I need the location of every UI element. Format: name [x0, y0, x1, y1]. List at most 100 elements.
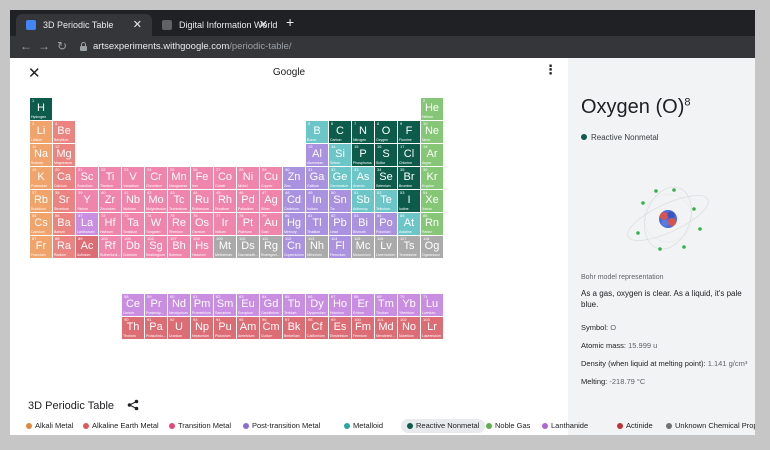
reload-icon[interactable]: ↻ [57, 39, 67, 53]
element-tile-sn[interactable]: 50 Sn Tin [329, 190, 351, 212]
element-tile-ac[interactable]: 89 Ac Actinium [76, 236, 98, 258]
tab-digital-information-world[interactable]: Digital Information World ✕ [152, 14, 278, 36]
legend-reactive[interactable]: Reactive Nonmetal [401, 419, 486, 433]
element-tile-os[interactable]: 76 Os Osmium [191, 213, 213, 235]
element-tile-ba[interactable]: 56 Ba Barium [53, 213, 75, 235]
element-tile-ts[interactable]: 117 Ts Tennessine [398, 236, 420, 258]
element-tile-nd[interactable]: 60 Nd Neodymium [168, 294, 190, 316]
element-tile-pm[interactable]: 61 Pm Promethium [191, 294, 213, 316]
element-tile-co[interactable]: 27 Co Cobalt [214, 167, 236, 189]
element-tile-dy[interactable]: 66 Dy Dysprosium [306, 294, 328, 316]
element-tile-au[interactable]: 79 Au Gold [260, 213, 282, 235]
element-tile-pr[interactable]: 59 Pr Praseody... [145, 294, 167, 316]
element-tile-fe[interactable]: 26 Fe Iron [191, 167, 213, 189]
element-tile-np[interactable]: 93 Np Neptunium [191, 317, 213, 339]
element-tile-cn[interactable]: 112 Cn Copernicium [283, 236, 305, 258]
element-tile-la[interactable]: 57 La Lanthanum [76, 213, 98, 235]
lock-icon[interactable] [80, 42, 87, 51]
element-tile-p[interactable]: 15 P Phosphorus [352, 144, 374, 166]
element-tile-rh[interactable]: 45 Rh Rhodium [214, 190, 236, 212]
element-tile-th[interactable]: 90 Th Thorium [122, 317, 144, 339]
element-tile-xe[interactable]: 54 Xe Xenon [421, 190, 443, 212]
element-tile-f[interactable]: 9 F Fluorine [398, 121, 420, 143]
element-tile-cu[interactable]: 29 Cu Copper [260, 167, 282, 189]
element-tile-cr[interactable]: 24 Cr Chromium [145, 167, 167, 189]
element-tile-bk[interactable]: 97 Bk Berkelium [283, 317, 305, 339]
element-tile-rb[interactable]: 37 Rb Rubidium [30, 190, 52, 212]
element-tile-ca[interactable]: 20 Ca Calcium [53, 167, 75, 189]
element-tile-w[interactable]: 74 W Tungsten [145, 213, 167, 235]
element-tile-db[interactable]: 105 Db Dubnium [122, 236, 144, 258]
element-tile-pd[interactable]: 46 Pd Palladium [237, 190, 259, 212]
element-tile-tm[interactable]: 69 Tm Thulium [375, 294, 397, 316]
legend-alkaline[interactable]: Alkaline Earth Metal [83, 419, 159, 433]
element-tile-ho[interactable]: 67 Ho Holmium [329, 294, 351, 316]
element-tile-na[interactable]: 11 Na Sodium [30, 144, 52, 166]
element-tile-o[interactable]: 8 O Oxygen [375, 121, 397, 143]
element-tile-kr[interactable]: 36 Kr Krypton [421, 167, 443, 189]
element-tile-li[interactable]: 3 Li Lithium [30, 121, 52, 143]
legend-noble[interactable]: Noble Gas [486, 419, 530, 433]
element-tile-yb[interactable]: 70 Yb Ytterbium [398, 294, 420, 316]
element-tile-ra[interactable]: 88 Ra Radium [53, 236, 75, 258]
element-tile-be[interactable]: 4 Be Beryllium [53, 121, 75, 143]
legend-actinide[interactable]: Actinide [617, 419, 653, 433]
element-tile-ta[interactable]: 73 Ta Tantalum [122, 213, 144, 235]
legend-alkali[interactable]: Alkali Metal [26, 419, 73, 433]
element-tile-mo[interactable]: 42 Mo Molybdenum [145, 190, 167, 212]
element-tile-se[interactable]: 34 Se Selenium [375, 167, 397, 189]
new-tab-button[interactable]: + [286, 14, 294, 30]
element-tile-tl[interactable]: 81 Tl Thallium [306, 213, 328, 235]
element-tile-v[interactable]: 23 V Vanadium [122, 167, 144, 189]
element-tile-md[interactable]: 101 Md Mendelevi... [375, 317, 397, 339]
element-tile-ar[interactable]: 18 Ar Argon [421, 144, 443, 166]
element-tile-ru[interactable]: 44 Ru Ruthenium [191, 190, 213, 212]
element-tile-rg[interactable]: 111 Rg Roentgeni... [260, 236, 282, 258]
element-tile-rn[interactable]: 86 Rn Radon [421, 213, 443, 235]
element-tile-k[interactable]: 19 K Potassium [30, 167, 52, 189]
element-tile-pb[interactable]: 82 Pb Lead [329, 213, 351, 235]
legend-metalloid[interactable]: Metalloid [344, 419, 383, 433]
element-tile-bi[interactable]: 83 Bi Bismuth [352, 213, 374, 235]
element-tile-bh[interactable]: 107 Bh Bohrium [168, 236, 190, 258]
element-tile-at[interactable]: 85 At Astatine [398, 213, 420, 235]
element-tile-in[interactable]: 49 In Indium [306, 190, 328, 212]
element-tile-cd[interactable]: 48 Cd Cadmium [283, 190, 305, 212]
element-tile-n[interactable]: 7 N Nitrogen [352, 121, 374, 143]
element-tile-i[interactable]: 53 I Iodine [398, 190, 420, 212]
close-tab-icon[interactable]: ✕ [259, 18, 268, 31]
share-icon[interactable] [127, 399, 139, 411]
element-tile-cl[interactable]: 17 Cl Chlorine [398, 144, 420, 166]
element-tile-ga[interactable]: 31 Ga Gallium [306, 167, 328, 189]
element-tile-cs[interactable]: 55 Cs Caesium [30, 213, 52, 235]
element-tile-h[interactable]: 1 H Hydrogen [30, 98, 52, 120]
element-tile-sc[interactable]: 21 Sc Scandium [76, 167, 98, 189]
element-tile-ti[interactable]: 22 Ti Titanium [99, 167, 121, 189]
url-input[interactable]: artsexperiments.withgoogle.com/periodic-… [93, 41, 292, 52]
element-tile-pt[interactable]: 78 Pt Platinum [237, 213, 259, 235]
element-tile-fl[interactable]: 114 Fl Flerovium [329, 236, 351, 258]
element-tile-sr[interactable]: 38 Sr Strontium [53, 190, 75, 212]
element-tile-lv[interactable]: 116 Lv Livermorium [375, 236, 397, 258]
element-tile-c[interactable]: 6 C Carbon [329, 121, 351, 143]
element-tile-tb[interactable]: 65 Tb Terbium [283, 294, 305, 316]
element-tile-lu[interactable]: 71 Lu Lutetium [421, 294, 443, 316]
element-tile-zr[interactable]: 40 Zr Zirconium [99, 190, 121, 212]
element-tile-br[interactable]: 35 Br Bromine [398, 167, 420, 189]
element-tile-as[interactable]: 33 As Arsenic [352, 167, 374, 189]
element-tile-hf[interactable]: 72 Hf Hafnium [99, 213, 121, 235]
element-tile-ds[interactable]: 110 Ds Darmstadti... [237, 236, 259, 258]
legend-unknown[interactable]: Unknown Chemical Properties [666, 419, 755, 433]
element-tile-he[interactable]: 2 He Helium [421, 98, 443, 120]
element-tile-mn[interactable]: 25 Mn Manganese [168, 167, 190, 189]
legend-lanthanide[interactable]: Lanthanide [542, 419, 588, 433]
element-tile-cm[interactable]: 96 Cm Curium [260, 317, 282, 339]
back-icon[interactable]: ← [20, 39, 32, 53]
element-tile-rf[interactable]: 104 Rf Rutherfordi... [99, 236, 121, 258]
element-tile-no[interactable]: 102 No Nobelium [398, 317, 420, 339]
element-tile-am[interactable]: 95 Am Americium [237, 317, 259, 339]
element-tile-pa[interactable]: 91 Pa Protactiniu... [145, 317, 167, 339]
element-tile-te[interactable]: 52 Te Tellurium [375, 190, 397, 212]
element-tile-po[interactable]: 84 Po Polonium [375, 213, 397, 235]
forward-icon[interactable]: → [38, 39, 50, 53]
